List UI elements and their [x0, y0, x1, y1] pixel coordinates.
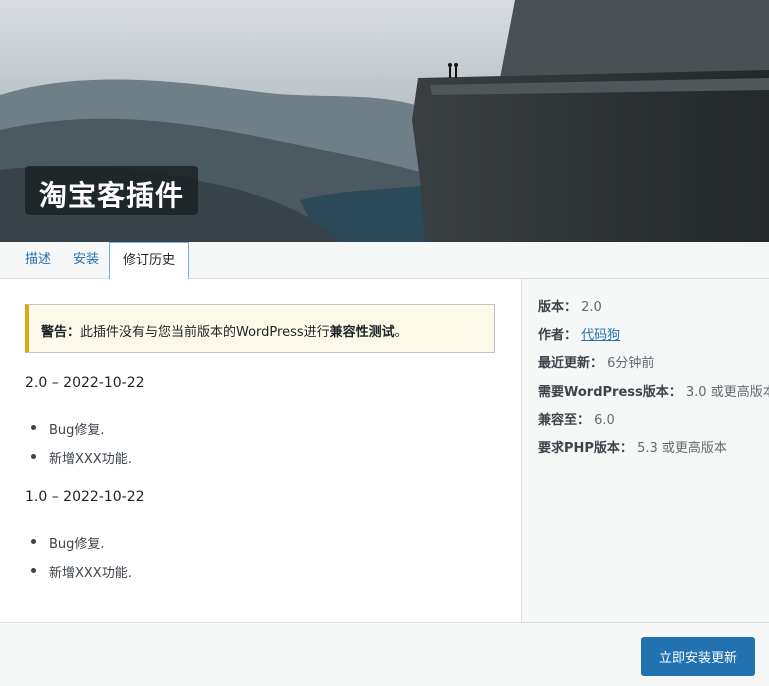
list-item: Bug修复.: [31, 419, 132, 448]
version-heading: 2.0 – 2022-10-22: [25, 375, 145, 391]
plugin-tabs: 描述 安装 修订历史: [0, 242, 769, 280]
change-text: 新增XXX功能.: [49, 566, 132, 581]
change-text: Bug修复.: [49, 537, 105, 552]
meta-author: 作者： 代码狗: [538, 324, 620, 343]
compat-warning-notice: 警告：此插件没有与您当前版本的WordPress进行兼容性测试。: [25, 304, 495, 353]
version-heading: 1.0 – 2022-10-22: [25, 489, 145, 505]
meta-last-updated: 最近更新： 6分钟前: [538, 352, 654, 371]
tab-changelog[interactable]: 修订历史: [109, 242, 189, 280]
notice-text: 此插件没有与您当前版本的WordPress进行: [80, 325, 330, 340]
meta-tested-up-to: 兼容至： 6.0: [538, 409, 615, 428]
meta-value: 3.0 或更高版本: [685, 385, 769, 400]
meta-label: 作者：: [538, 328, 578, 343]
meta-value: 2.0: [581, 300, 602, 315]
change-list: Bug修复. 新增XXX功能.: [31, 419, 132, 477]
plugin-banner: 淘宝客插件: [0, 0, 769, 242]
list-item: 新增XXX功能.: [31, 562, 132, 591]
tab-description[interactable]: 描述: [25, 242, 51, 279]
change-text: Bug修复.: [49, 423, 105, 438]
author-link[interactable]: 代码狗: [581, 328, 620, 343]
change-list: Bug修复. 新增XXX功能.: [31, 533, 132, 591]
meta-requires-php: 要求PHP版本： 5.3 或更高版本: [538, 437, 727, 456]
meta-requires-wp: 需要WordPress版本： 3.0 或更高版本: [538, 381, 769, 400]
meta-value: 5.3 或更高版本: [637, 441, 727, 456]
bullet-icon: [31, 539, 36, 544]
notice-suffix: 。: [394, 325, 408, 340]
list-item: Bug修复.: [31, 533, 132, 562]
plugin-meta-sidebar: 版本： 2.0 作者： 代码狗 最近更新： 6分钟前 需要WordPress版本…: [521, 279, 769, 622]
notice-emphasis: 兼容性测试: [329, 325, 395, 340]
modal-footer: 立即安装更新: [0, 622, 769, 686]
meta-label: 要求PHP版本：: [538, 441, 633, 456]
list-item: 新增XXX功能.: [31, 448, 132, 477]
meta-value: 6.0: [594, 413, 615, 428]
plugin-title: 淘宝客插件: [25, 166, 199, 215]
meta-label: 最近更新：: [538, 356, 604, 371]
meta-value: 6分钟前: [607, 356, 655, 371]
meta-label: 版本：: [538, 300, 578, 315]
bullet-icon: [31, 425, 36, 430]
bullet-icon: [31, 568, 36, 573]
install-update-button[interactable]: 立即安装更新: [641, 637, 755, 676]
meta-label: 需要WordPress版本：: [538, 385, 682, 400]
meta-version: 版本： 2.0: [538, 296, 602, 315]
bullet-icon: [31, 454, 36, 459]
tab-installation[interactable]: 安装: [73, 242, 99, 279]
change-text: 新增XXX功能.: [49, 452, 132, 467]
changelog-panel: 警告：此插件没有与您当前版本的WordPress进行兼容性测试。 2.0 – 2…: [0, 279, 521, 622]
notice-prefix: 警告：: [41, 325, 81, 340]
meta-label: 兼容至：: [538, 413, 591, 428]
